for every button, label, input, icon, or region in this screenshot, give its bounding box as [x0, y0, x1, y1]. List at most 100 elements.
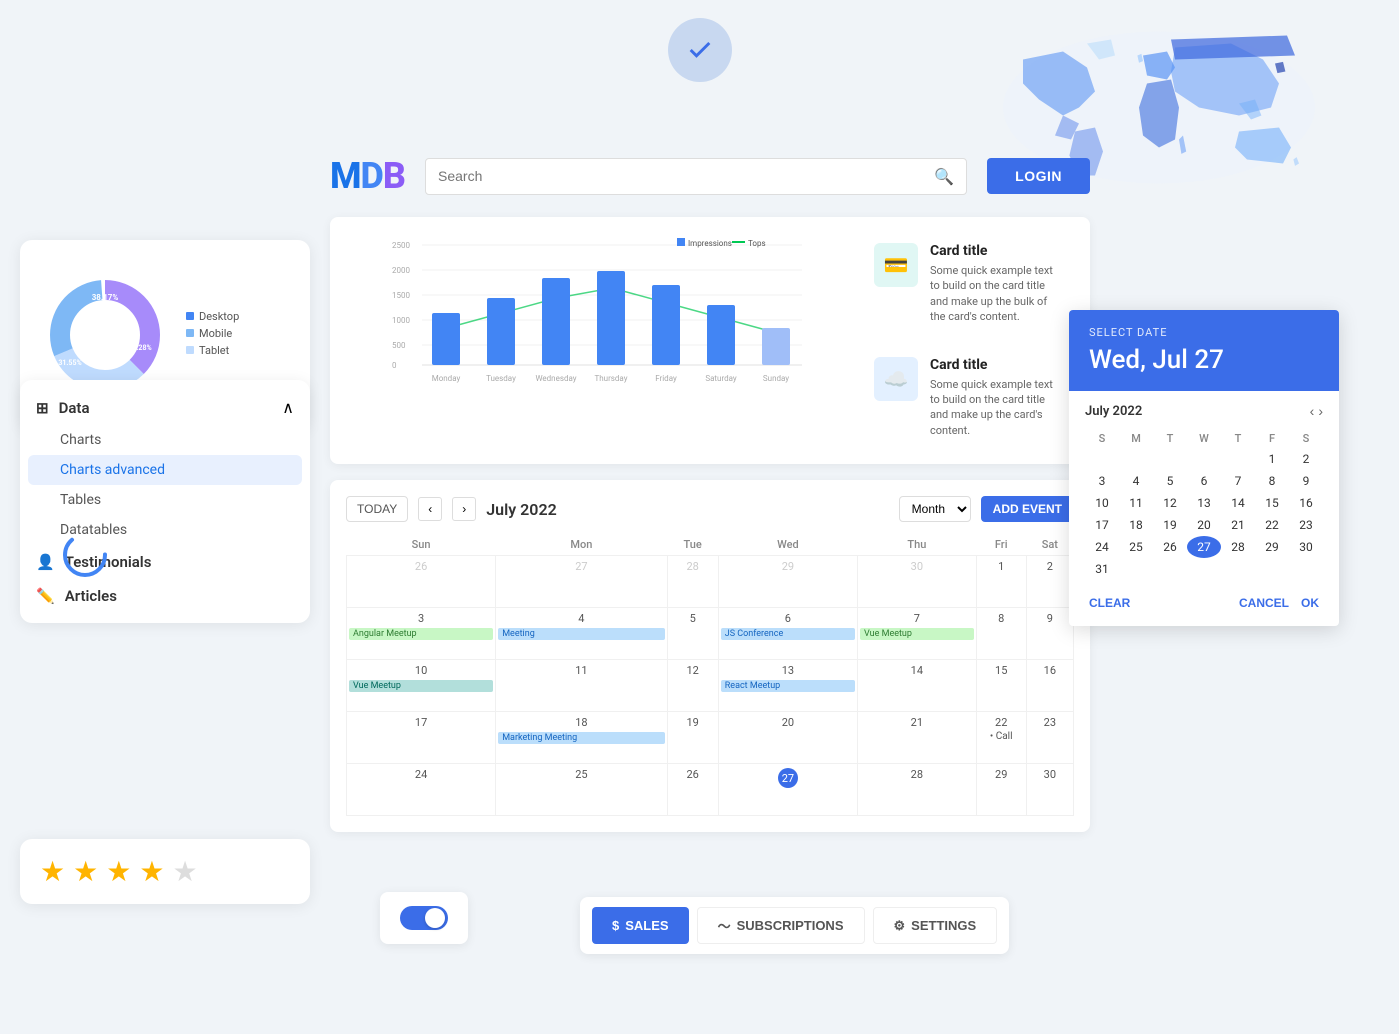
list-item[interactable]: 6 — [1187, 470, 1221, 492]
list-item[interactable]: 14 — [1221, 492, 1255, 514]
table-row[interactable]: 28 — [667, 556, 718, 608]
table-row[interactable]: 30 — [858, 556, 977, 608]
table-row[interactable]: 8 — [976, 608, 1026, 660]
list-item[interactable]: 1 — [1255, 448, 1289, 470]
list-item[interactable] — [1221, 558, 1255, 580]
list-item[interactable]: 7 — [1221, 470, 1255, 492]
sidebar-item-tables[interactable]: Tables — [20, 485, 310, 515]
list-item[interactable] — [1289, 558, 1323, 580]
table-row[interactable]: 13 React Meetup — [718, 660, 857, 712]
list-item[interactable] — [1085, 448, 1119, 470]
star-3[interactable]: ★ — [106, 855, 131, 888]
table-row[interactable]: 5 — [667, 608, 718, 660]
star-2[interactable]: ★ — [73, 855, 98, 888]
table-row[interactable]: 4 Meeting — [496, 608, 667, 660]
list-item[interactable] — [1187, 448, 1221, 470]
list-item[interactable] — [1153, 558, 1187, 580]
list-item[interactable]: 27 — [1187, 536, 1221, 558]
table-row[interactable]: 29 — [718, 556, 857, 608]
list-item[interactable] — [1153, 448, 1187, 470]
datepicker-prev-button[interactable]: ‹ — [1310, 403, 1315, 419]
datepicker-cancel-button[interactable]: CANCEL — [1239, 596, 1289, 610]
table-row[interactable]: 21 — [858, 712, 977, 764]
sidebar-item-charts[interactable]: Charts — [20, 425, 310, 455]
sidebar-articles-section[interactable]: ✏️ Articles — [20, 579, 310, 613]
list-item[interactable]: 9 — [1289, 470, 1323, 492]
list-item[interactable]: 25 — [1119, 536, 1153, 558]
table-row[interactable]: 28 — [858, 764, 977, 816]
list-item[interactable]: 5 — [1153, 470, 1187, 492]
list-item[interactable]: 8 — [1255, 470, 1289, 492]
tab-subscriptions[interactable]: 〜 SUBSCRIPTIONS — [697, 907, 865, 944]
table-row[interactable]: 10 Vue Meetup — [347, 660, 496, 712]
list-item[interactable]: 11 — [1119, 492, 1153, 514]
list-item[interactable]: 24 — [1085, 536, 1119, 558]
datepicker-clear-button[interactable]: CLEAR — [1089, 596, 1130, 610]
datepicker-next-button[interactable]: › — [1318, 403, 1323, 419]
list-item[interactable]: 3 — [1085, 470, 1119, 492]
table-row[interactable]: 29 — [976, 764, 1026, 816]
list-item[interactable] — [1221, 448, 1255, 470]
list-item[interactable]: 20 — [1187, 514, 1221, 536]
table-row[interactable]: 11 — [496, 660, 667, 712]
list-item[interactable]: 22 — [1255, 514, 1289, 536]
table-row[interactable]: 12 — [667, 660, 718, 712]
table-row[interactable]: 22 • Call — [976, 712, 1026, 764]
list-item[interactable] — [1187, 558, 1221, 580]
list-item[interactable]: 29 — [1255, 536, 1289, 558]
list-item[interactable]: 30 — [1289, 536, 1323, 558]
table-row[interactable]: 23 — [1026, 712, 1073, 764]
add-event-button[interactable]: ADD EVENT — [981, 496, 1074, 522]
list-item[interactable] — [1119, 558, 1153, 580]
list-item[interactable]: 10 — [1085, 492, 1119, 514]
table-row[interactable]: 1 — [976, 556, 1026, 608]
list-item[interactable]: 23 — [1289, 514, 1323, 536]
tab-settings[interactable]: ⚙ SETTINGS — [873, 907, 998, 944]
search-input[interactable] — [438, 168, 926, 184]
list-item[interactable]: 26 — [1153, 536, 1187, 558]
table-row[interactable]: 20 — [718, 712, 857, 764]
table-row[interactable]: 17 — [347, 712, 496, 764]
table-row[interactable]: 3 Angular Meetup — [347, 608, 496, 660]
table-row[interactable]: 9 — [1026, 608, 1073, 660]
star-4[interactable]: ★ — [139, 855, 164, 888]
calendar-next-button[interactable]: › — [452, 497, 476, 521]
calendar-prev-button[interactable]: ‹ — [418, 497, 442, 521]
sidebar-data-section[interactable]: ⊞ Data ∧ — [20, 390, 310, 425]
star-5[interactable]: ★ — [172, 855, 197, 888]
toggle-switch[interactable] — [400, 906, 448, 930]
list-item[interactable]: 19 — [1153, 514, 1187, 536]
list-item[interactable]: 28 — [1221, 536, 1255, 558]
table-row[interactable]: 16 — [1026, 660, 1073, 712]
login-button[interactable]: LOGIN — [987, 158, 1090, 194]
star-1[interactable]: ★ — [40, 855, 65, 888]
table-row[interactable]: 24 — [347, 764, 496, 816]
table-row[interactable]: 26 — [347, 556, 496, 608]
list-item[interactable]: 17 — [1085, 514, 1119, 536]
list-item[interactable]: 21 — [1221, 514, 1255, 536]
table-row[interactable]: 14 — [858, 660, 977, 712]
list-item[interactable]: 18 — [1119, 514, 1153, 536]
list-item[interactable]: 13 — [1187, 492, 1221, 514]
table-row[interactable]: 27 — [496, 556, 667, 608]
list-item[interactable]: 16 — [1289, 492, 1323, 514]
list-item[interactable]: 12 — [1153, 492, 1187, 514]
table-row[interactable]: 26 — [667, 764, 718, 816]
sidebar-item-charts-advanced[interactable]: Charts advanced — [28, 455, 302, 485]
list-item[interactable] — [1119, 448, 1153, 470]
table-row[interactable]: 30 — [1026, 764, 1073, 816]
table-row[interactable]: 18 Marketing Meeting — [496, 712, 667, 764]
table-row[interactable]: 25 — [496, 764, 667, 816]
table-row[interactable]: 7 Vue Meetup — [858, 608, 977, 660]
datepicker-ok-button[interactable]: OK — [1301, 596, 1319, 610]
list-item[interactable]: 31 — [1085, 558, 1119, 580]
table-row[interactable]: 6 JS Conference — [718, 608, 857, 660]
list-item[interactable]: 2 — [1289, 448, 1323, 470]
calendar-view-select[interactable]: Month — [899, 496, 971, 522]
tab-sales[interactable]: $ SALES — [592, 907, 689, 944]
calendar-today-button[interactable]: TODAY — [346, 496, 408, 522]
table-row[interactable]: 15 — [976, 660, 1026, 712]
table-row[interactable]: 2 — [1026, 556, 1073, 608]
list-item[interactable]: 4 — [1119, 470, 1153, 492]
table-row[interactable]: 27 — [718, 764, 857, 816]
